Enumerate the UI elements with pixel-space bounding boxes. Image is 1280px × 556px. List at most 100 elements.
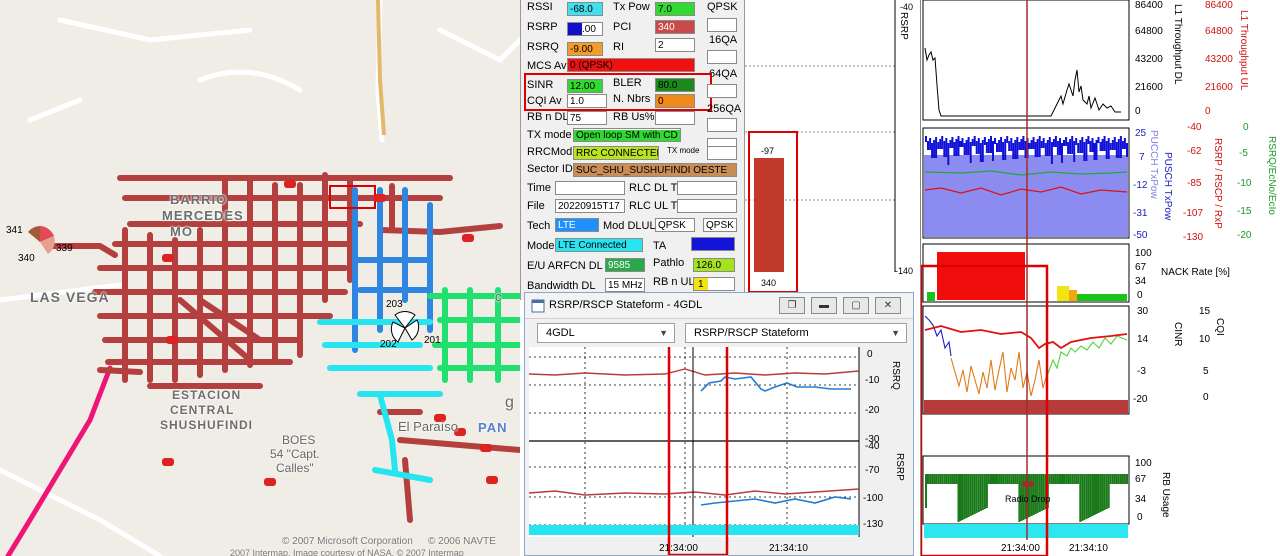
tput-ul-tick-1: 64800 bbox=[1205, 26, 1233, 37]
pusch-spike bbox=[1111, 140, 1114, 150]
file-label: File bbox=[527, 200, 545, 212]
mcs-label: MCS Av bbox=[527, 60, 567, 72]
pusch-spike bbox=[1022, 136, 1025, 150]
pusch-spike bbox=[973, 136, 976, 146]
pusch-spike bbox=[1002, 142, 1005, 160]
map-canvas bbox=[0, 0, 520, 556]
rbus-label: RB Us% bbox=[613, 111, 655, 123]
window-maximize-button[interactable]: ▢ bbox=[843, 297, 869, 314]
stateform-time-1: 21:34:00 bbox=[659, 543, 698, 554]
phone-icon bbox=[166, 336, 178, 344]
cinr-tick-0: 30 bbox=[1137, 306, 1149, 317]
bw-label: Bandwidth DL bbox=[527, 280, 596, 292]
view-select[interactable]: RSRP/RSCP Stateform ▼ bbox=[685, 323, 907, 343]
rb-usage-bar bbox=[975, 474, 978, 513]
map-label-fragment-g: g bbox=[505, 394, 514, 411]
mod-16qa-label: 16QA bbox=[709, 34, 738, 46]
rb-usage-bar bbox=[1006, 474, 1009, 484]
rb-usage-bar bbox=[935, 474, 938, 484]
stateform-rsrq-tick-2: -20 bbox=[865, 405, 880, 416]
rb-usage-bar bbox=[1117, 474, 1120, 484]
pusch-spike bbox=[1056, 141, 1059, 155]
pusch-spike bbox=[1119, 136, 1122, 158]
rb-usage-bar bbox=[951, 474, 954, 484]
pusch-spike bbox=[1089, 141, 1092, 152]
pusch-spike bbox=[1113, 137, 1116, 150]
moddlul-label: Mod DLUL bbox=[603, 220, 656, 232]
pusch-spike bbox=[1087, 136, 1090, 144]
tput-dl-label: L1 Throughput DL bbox=[1172, 4, 1183, 85]
rb-usage-bar bbox=[959, 474, 962, 521]
window-minimize-button[interactable]: ▬ bbox=[811, 297, 837, 314]
technology-select[interactable]: 4GDL ▼ bbox=[537, 323, 675, 343]
rb-usage-bar bbox=[1071, 474, 1074, 484]
rb-usage-bar bbox=[1002, 474, 1005, 484]
tput-dl-tick-4: 0 bbox=[1135, 106, 1141, 117]
pusch-spike bbox=[1071, 136, 1074, 154]
pusch-spike bbox=[943, 141, 946, 157]
chevron-down-icon: ▼ bbox=[659, 328, 668, 338]
rsrq-axis-tick-2: -10 bbox=[1237, 178, 1252, 189]
rsrp-label: RSRP bbox=[527, 21, 558, 33]
pusch-spike bbox=[947, 143, 950, 165]
rsrq-axis-tick-4: -20 bbox=[1237, 230, 1252, 241]
rrcmod-value: RRC CONNECTED bbox=[573, 146, 659, 160]
rb-label: RB Usage bbox=[1160, 472, 1171, 518]
rb-usage-bar bbox=[931, 474, 934, 484]
pusch-spike bbox=[1050, 142, 1053, 164]
stateform-rsrp-tick-3: -130 bbox=[863, 519, 884, 530]
rb-usage-bar bbox=[1083, 474, 1086, 520]
pusch-spike bbox=[1048, 137, 1051, 156]
pusch-spike bbox=[975, 141, 978, 154]
rsrp-rscp-stateform-window[interactable]: RSRP/RSCP Stateform - 4GDL ❐ ▬ ▢ ✕ 4GDL ▼… bbox=[524, 292, 914, 556]
rb-tick-3: 0 bbox=[1137, 512, 1143, 523]
phone-icon bbox=[162, 254, 174, 262]
pusch-spike bbox=[1020, 139, 1023, 150]
rb-usage-bar bbox=[990, 474, 992, 484]
pusch-spike bbox=[1105, 141, 1108, 159]
rb-usage-bar bbox=[1113, 474, 1116, 484]
pusch-spike bbox=[961, 138, 964, 147]
rb-usage-bar bbox=[985, 474, 988, 508]
bw-value: 15 MHz bbox=[605, 278, 645, 292]
rb-usage-bar bbox=[1081, 474, 1084, 521]
rb-usage-bar bbox=[941, 474, 944, 484]
pusch-spike bbox=[925, 136, 927, 142]
rlcdl-value bbox=[677, 181, 737, 195]
rb-usage-bar bbox=[1099, 474, 1102, 512]
rb-usage-bar bbox=[1059, 474, 1061, 484]
txmode-value: Open loop SM with CD bbox=[573, 128, 681, 142]
site-label-341: 341 bbox=[6, 225, 23, 236]
pusch-spike bbox=[985, 142, 988, 153]
window-titlebar[interactable]: RSRP/RSCP Stateform - 4GDL ❐ ▬ ▢ ✕ bbox=[525, 293, 913, 319]
rb-usage-bar bbox=[963, 474, 966, 519]
drive-test-map[interactable]: BARRIO MERCEDES MO LAS VEGA ESTACION CEN… bbox=[0, 0, 520, 556]
pusch-spike bbox=[927, 141, 929, 150]
rsrp-axis-tick-0: -40 bbox=[1187, 122, 1202, 133]
map-label-estacion: ESTACION bbox=[172, 388, 242, 402]
rb-usage-bar bbox=[933, 474, 936, 484]
mod-ul-value: QPSK bbox=[703, 218, 737, 232]
route-red-street bbox=[97, 367, 143, 375]
window-restore-button[interactable]: ❐ bbox=[779, 297, 805, 314]
rb-usage-bar bbox=[983, 474, 986, 509]
window-close-button[interactable]: ✕ bbox=[875, 297, 901, 314]
site-label-203: 203 bbox=[386, 299, 403, 310]
tput-ul-tick-4: 0 bbox=[1205, 106, 1211, 117]
lte-parameters-panel: RSSI -68.0 Tx Pow 7.0 QPSK RSRP .00 PCI … bbox=[520, 0, 744, 300]
pusch-spike bbox=[1032, 137, 1035, 149]
pusch-spike bbox=[1097, 137, 1100, 143]
map-label-boes-calles: Calles" bbox=[276, 461, 314, 475]
radio-drop-annotation: Radio Drop bbox=[1005, 494, 1051, 504]
rsrq-axis-tick-1: -5 bbox=[1239, 148, 1248, 159]
site-201-203-icon[interactable] bbox=[390, 311, 420, 343]
site-339-341-icon[interactable] bbox=[28, 226, 55, 254]
rb-usage-bar bbox=[1063, 474, 1065, 484]
tput-ul-tick-2: 43200 bbox=[1205, 54, 1233, 65]
stateform-rsrp-tick-0: -40 bbox=[865, 441, 880, 452]
rb-usage-bar bbox=[981, 474, 984, 510]
rb-usage-bar bbox=[1097, 474, 1100, 513]
cinr-tick-2: -3 bbox=[1137, 366, 1146, 377]
pusch-label: PUSCH TxPow bbox=[1162, 152, 1173, 221]
map-label-mercedes: MERCEDES bbox=[162, 208, 244, 223]
